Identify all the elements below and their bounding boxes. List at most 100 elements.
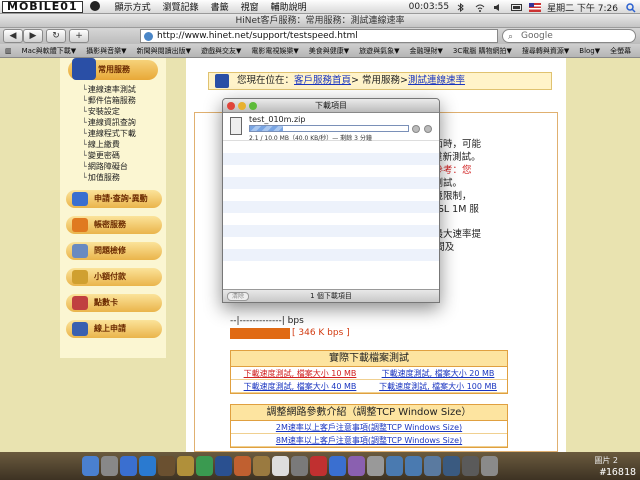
folder-icon[interactable]: [424, 456, 441, 476]
itunes-icon[interactable]: [139, 456, 156, 476]
bookmark-item[interactable]: 電影電視娛樂▼: [246, 46, 303, 56]
minimize-icon[interactable]: [238, 102, 246, 110]
nav-account[interactable]: 帳密服務: [66, 216, 162, 234]
clear-button[interactable]: 清除: [227, 292, 249, 301]
forward-button[interactable]: ▶: [23, 29, 43, 43]
safari-icon[interactable]: [120, 456, 137, 476]
apple-icon[interactable]: [89, 0, 103, 14]
stop-download-icon[interactable]: [412, 125, 420, 133]
folder-icon[interactable]: [386, 456, 403, 476]
app-icon[interactable]: [291, 456, 308, 476]
bookmarks-toggle-icon[interactable]: ▥: [0, 47, 17, 55]
menu-bookmarks[interactable]: 書籤: [205, 0, 235, 13]
search-icon: ⌕: [508, 32, 514, 42]
app-icon[interactable]: [158, 456, 175, 476]
search-placeholder: Google: [521, 31, 553, 41]
repair-icon: [72, 244, 88, 258]
download-item[interactable]: test_010m.zip 2.1 / 10.0 MB（40.0 KB/秒）— …: [223, 113, 439, 142]
finder-icon[interactable]: [82, 456, 99, 476]
bookmark-item[interactable]: 新聞與閱讀出版▼: [132, 46, 196, 56]
app-icon[interactable]: [234, 456, 251, 476]
globe-icon: [72, 322, 88, 336]
tcp-8m-link[interactable]: 8M速率以上客戶注意事項(調整TCP Windows Size): [231, 434, 507, 447]
url-text: http://www.hinet.net/support/testspeed.h…: [157, 31, 358, 41]
trash-icon[interactable]: [481, 456, 498, 476]
bookmark-item[interactable]: 3C電腦 購物網拍▼: [448, 46, 517, 56]
nav-troubleshoot[interactable]: 問題檢修: [66, 242, 162, 260]
menu-view[interactable]: 顯示方式: [109, 0, 157, 13]
clock[interactable]: 星期二 下午 7:26: [547, 1, 618, 14]
bookmark-item[interactable]: 搜尋轉與資源▼: [517, 46, 574, 56]
app-icon[interactable]: [348, 456, 365, 476]
nav-apply-query[interactable]: 申請‧查詢‧異動: [66, 190, 162, 208]
close-icon[interactable]: [227, 102, 235, 110]
sidebar-link[interactable]: 郵件信箱服務: [82, 95, 136, 106]
browser-toolbar: ◀ ▶ ↻ + http://www.hinet.net/support/tes…: [0, 28, 640, 44]
folder-icon[interactable]: [443, 456, 460, 476]
sidebar-link[interactable]: 連線資訊查詢: [82, 117, 136, 128]
app-icon[interactable]: [177, 456, 194, 476]
services-header[interactable]: 常用服務: [68, 58, 158, 80]
nav-micropay[interactable]: 小額付款: [66, 268, 162, 286]
app-icon[interactable]: [367, 456, 384, 476]
forward-arrow-icon: ▶: [29, 31, 37, 41]
nav-point-card[interactable]: 點數卡: [66, 294, 162, 312]
sidebar-link[interactable]: 連線程式下載: [82, 128, 136, 139]
menu-window[interactable]: 視窗: [235, 0, 265, 13]
app-icon[interactable]: [329, 456, 346, 476]
zoom-icon[interactable]: [249, 102, 257, 110]
bookmark-item[interactable]: Blog▼: [574, 47, 605, 55]
app-icon[interactable]: [310, 456, 327, 476]
download-10mb-link[interactable]: 下載速度測試, 檔案大小 10 MB: [231, 367, 369, 379]
calendar-icon[interactable]: [272, 456, 289, 476]
sidebar-link[interactable]: 加值服務: [82, 172, 136, 183]
folder-icon[interactable]: [405, 456, 422, 476]
battery-icon[interactable]: [511, 3, 523, 12]
bookmark-item[interactable]: 全螢幕: [605, 46, 636, 56]
bookmark-item[interactable]: 攝影與音樂▼: [81, 46, 131, 56]
table-row: 下載速度測試, 檔案大小 40 MB 下載速度測試, 檔案大小 100 MB: [231, 380, 507, 393]
bluetooth-icon[interactable]: [457, 2, 467, 12]
menu-help[interactable]: 輔助說明: [265, 0, 313, 13]
breadcrumb: 您現在位在：客戶服務首頁> 常用服務>測試連線速率: [208, 72, 552, 90]
bookmark-item[interactable]: 遊戲與交友▼: [196, 46, 246, 56]
window-controls: [227, 102, 257, 110]
breadcrumb-home-link[interactable]: 客戶服務首頁: [294, 75, 351, 86]
wifi-icon[interactable]: [475, 3, 485, 12]
tcp-tuning-table: 調整網路參數介紹（調整TCP Window Size） 2M速率以上客戶注意事項…: [230, 404, 508, 448]
downloads-titlebar[interactable]: 下載項目: [223, 99, 439, 113]
sidebar-link[interactable]: 變更密碼: [82, 150, 136, 161]
reload-button[interactable]: ↻: [46, 29, 66, 43]
reveal-in-finder-icon[interactable]: [424, 125, 432, 133]
add-bookmark-button[interactable]: +: [69, 29, 89, 43]
app-icon[interactable]: [253, 456, 270, 476]
address-bar[interactable]: http://www.hinet.net/support/testspeed.h…: [140, 29, 498, 43]
plus-icon: +: [75, 31, 83, 41]
search-field[interactable]: ⌕ Google: [502, 29, 636, 43]
back-button[interactable]: ◀: [3, 29, 23, 43]
sidebar-link[interactable]: 安裝設定: [82, 106, 136, 117]
sidebar-link[interactable]: 網路障礙台: [82, 161, 136, 172]
menu-history[interactable]: 瀏覽記錄: [157, 0, 205, 13]
download-100mb-link[interactable]: 下載速度測試, 檔案大小 100 MB: [369, 380, 507, 392]
bookmark-item[interactable]: Mac與軟體下載▼: [17, 46, 82, 56]
sidebar-link[interactable]: 連線速率測試: [82, 84, 136, 95]
volume-icon[interactable]: [493, 3, 503, 12]
dashboard-icon[interactable]: [101, 456, 118, 476]
nav-online-apply[interactable]: 線上申請: [66, 320, 162, 338]
app-icon[interactable]: [196, 456, 213, 476]
app-icon[interactable]: [215, 456, 232, 476]
breadcrumb-current-link[interactable]: 測試連線速率: [408, 75, 465, 86]
sidebar-link[interactable]: 線上繳費: [82, 139, 136, 150]
download-test-title: 實際下載檔案測試: [231, 351, 507, 367]
bookmark-item[interactable]: 美食與健康▼: [304, 46, 354, 56]
us-flag-icon[interactable]: [529, 2, 542, 12]
tcp-2m-link[interactable]: 2M速率以上客戶注意事項(調整TCP Windows Size): [231, 421, 507, 434]
bookmark-item[interactable]: 旅遊與氣象▼: [354, 46, 404, 56]
spotlight-icon[interactable]: [626, 2, 636, 13]
download-40mb-link[interactable]: 下載速度測試, 檔案大小 40 MB: [231, 380, 369, 392]
dock-label: 圖片 2: [594, 456, 618, 465]
bookmark-item[interactable]: 金融理財▼: [405, 46, 448, 56]
app-icon[interactable]: [462, 456, 479, 476]
download-20mb-link[interactable]: 下載速度測試, 檔案大小 20 MB: [369, 367, 507, 379]
